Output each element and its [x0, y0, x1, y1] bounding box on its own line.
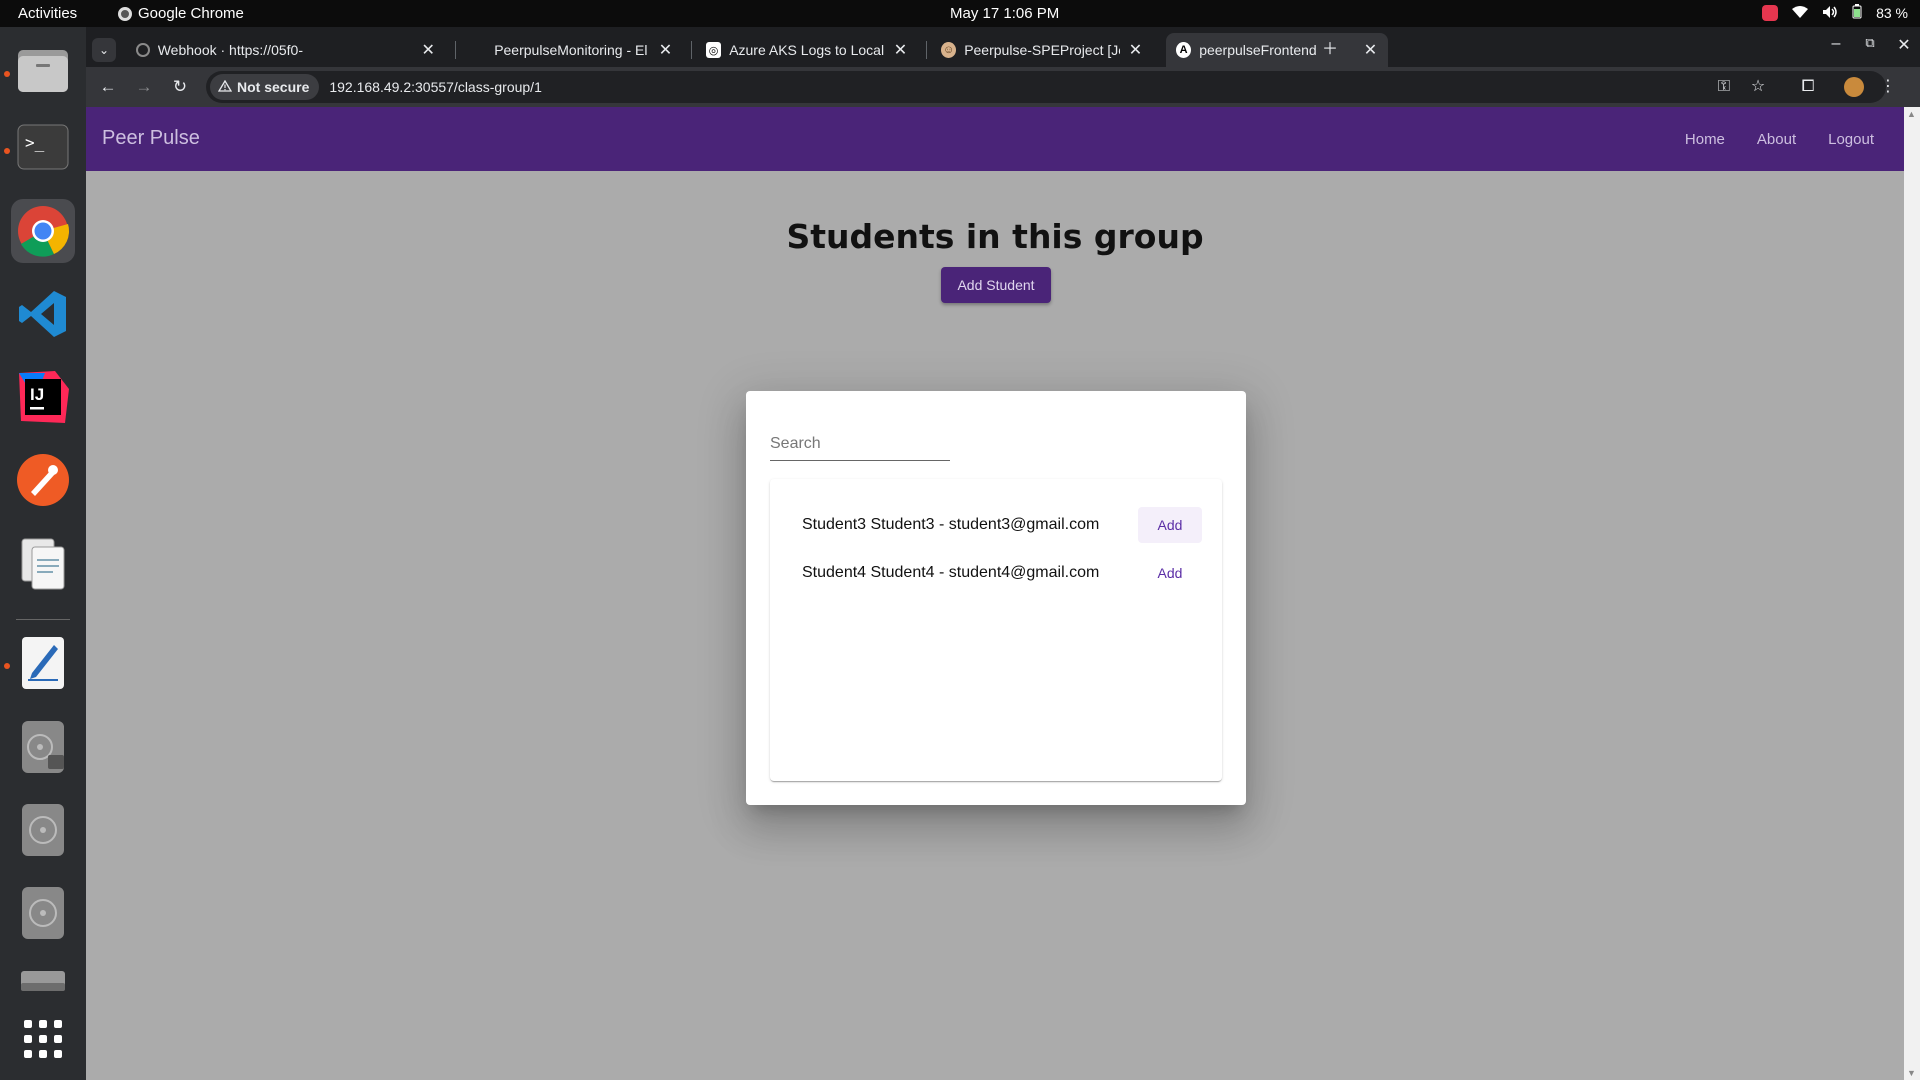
svg-text:>_: >_ [25, 133, 45, 152]
tab-title: Peerpulse-SPEProject [Je [964, 42, 1120, 58]
angular-icon: A [1176, 42, 1192, 58]
files-icon[interactable] [11, 37, 75, 101]
wifi-icon[interactable] [1792, 5, 1809, 22]
drive-icon[interactable] [11, 963, 75, 999]
scroll-down-icon[interactable]: ▼ [1907, 1068, 1916, 1078]
chrome-icon[interactable] [11, 199, 75, 263]
dock: >_ IJ [0, 27, 86, 1080]
search-input[interactable] [770, 429, 950, 459]
vscode-icon[interactable] [11, 282, 75, 346]
disk-icon[interactable] [11, 881, 75, 945]
tab-title: Webhook · https://05f0- [157, 42, 303, 58]
student-list: Student3 Student3 - student3@gmail.com A… [770, 479, 1222, 781]
page-viewport: Peer Pulse Home About Logout Students in… [86, 107, 1920, 1080]
security-label: Not secure [237, 79, 310, 95]
browser-toolbar: ← → ↻ Not secure 192.168.49.2:30557/clas… [86, 67, 1920, 107]
notification-app-icon[interactable] [1762, 5, 1779, 21]
forward-arrow-icon[interactable]: → [132, 75, 156, 99]
page-title: Students in this group [786, 217, 1204, 256]
nav-logout[interactable]: Logout [1828, 131, 1874, 148]
warning-icon [217, 79, 233, 95]
password-key-icon[interactable]: ⚿ [1712, 75, 1736, 99]
tab-title: Azure AKS Logs to Local [729, 42, 885, 58]
running-indicator [4, 148, 10, 154]
browser-window: ⌄ Webhook · https://05f0- ✕ PeerpulseMon… [86, 27, 1920, 1080]
window-close-icon[interactable]: ✕ [1892, 35, 1916, 55]
show-apps-icon[interactable] [11, 1007, 75, 1071]
running-indicator [4, 71, 10, 77]
page-scrollbar[interactable]: ▲ ▼ [1904, 107, 1920, 1080]
minimize-icon[interactable]: – [1824, 35, 1848, 53]
reload-icon[interactable]: ↻ [168, 75, 192, 99]
terminal-icon[interactable]: >_ [11, 115, 75, 179]
tab-peerpulse-monitoring[interactable]: PeerpulseMonitoring - El ✕ [461, 33, 683, 67]
tab-webhook[interactable]: Webhook · https://05f0- ✕ [126, 33, 446, 67]
elastic-icon [471, 42, 486, 58]
tab-title: PeerpulseMonitoring - El [494, 42, 648, 58]
close-icon[interactable]: ✕ [658, 40, 673, 60]
security-indicator[interactable]: Not secure [210, 74, 320, 100]
nav-home[interactable]: Home [1685, 131, 1725, 148]
disk-icon[interactable] [11, 798, 75, 862]
tab-peerpulse-frontend[interactable]: A peerpulseFrontend ✕ [1166, 33, 1388, 67]
tab-separator [926, 41, 927, 59]
scroll-up-icon[interactable]: ▲ [1907, 109, 1916, 119]
dock-separator [16, 619, 70, 620]
more-menu-icon[interactable]: ⋮ [1876, 75, 1900, 99]
close-icon[interactable]: ✕ [1363, 40, 1378, 60]
loading-icon [136, 43, 150, 57]
maximize-icon[interactable]: ⧉ [1858, 35, 1882, 51]
intellij-icon[interactable]: IJ [11, 365, 75, 429]
close-icon[interactable]: ✕ [1128, 40, 1143, 60]
chevron-down-icon: ⌄ [92, 38, 116, 62]
tab-separator [455, 41, 456, 59]
clock[interactable]: May 17 1:06 PM [950, 5, 1059, 22]
system-top-bar: Activities Google Chrome May 17 1:06 PM … [0, 0, 1920, 27]
brand-link[interactable]: Peer Pulse [102, 127, 200, 150]
tab-strip: ⌄ Webhook · https://05f0- ✕ PeerpulseMon… [86, 27, 1920, 67]
clipboard-icon[interactable] [11, 531, 75, 595]
close-icon[interactable]: ✕ [893, 40, 908, 60]
address-bar[interactable]: Not secure 192.168.49.2:30557/class-grou… [206, 71, 1886, 103]
battery-percent: 83 % [1876, 5, 1908, 21]
search-field[interactable] [770, 429, 950, 461]
openai-icon: ◎ [706, 42, 722, 58]
tab-search-button[interactable]: ⌄ [92, 33, 116, 67]
activities-button[interactable]: Activities [18, 5, 77, 22]
system-tray[interactable]: 83 % [1762, 4, 1908, 22]
running-indicator [4, 663, 10, 669]
disk-locked-icon[interactable] [11, 715, 75, 779]
extensions-icon[interactable]: ⧠ [1796, 75, 1820, 99]
jenkins-icon: ☺ [941, 42, 957, 58]
back-arrow-icon[interactable]: ← [96, 75, 120, 99]
list-item: Student4 Student4 - student4@gmail.com A… [802, 555, 1202, 591]
profile-avatar[interactable] [1842, 75, 1866, 99]
add-button[interactable]: Add [1138, 507, 1202, 543]
tab-separator [691, 41, 692, 59]
add-student-dialog: Student3 Student3 - student3@gmail.com A… [746, 391, 1246, 805]
bookmark-star-icon[interactable]: ☆ [1746, 75, 1770, 99]
url-text[interactable]: 192.168.49.2:30557/class-group/1 [329, 79, 542, 95]
postman-icon[interactable] [11, 448, 75, 512]
student-label: Student4 Student4 - student4@gmail.com [802, 564, 1100, 581]
svg-text:IJ: IJ [30, 385, 44, 404]
student-label: Student3 Student3 - student3@gmail.com [802, 516, 1100, 533]
nav-links: Home About Logout [1685, 131, 1874, 148]
list-item: Student3 Student3 - student3@gmail.com A… [802, 507, 1202, 543]
app-navbar: Peer Pulse Home About Logout [86, 107, 1904, 171]
nav-about[interactable]: About [1757, 131, 1796, 148]
tab-azure-aks[interactable]: ◎ Azure AKS Logs to Local ✕ [696, 33, 918, 67]
text-editor-icon[interactable] [11, 631, 75, 695]
close-icon[interactable]: ✕ [420, 40, 436, 60]
add-button[interactable]: Add [1138, 555, 1202, 591]
app-name: Google Chrome [138, 5, 244, 22]
tab-jenkins[interactable]: ☺ Peerpulse-SPEProject [Je ✕ [931, 33, 1153, 67]
add-student-button[interactable]: Add Student [941, 267, 1051, 303]
chrome-app-icon [118, 6, 132, 21]
volume-icon[interactable] [1822, 5, 1838, 22]
new-tab-button[interactable]: ＋ [1318, 35, 1342, 59]
app-menu[interactable]: Google Chrome [118, 5, 244, 22]
battery-icon[interactable] [1852, 4, 1862, 22]
